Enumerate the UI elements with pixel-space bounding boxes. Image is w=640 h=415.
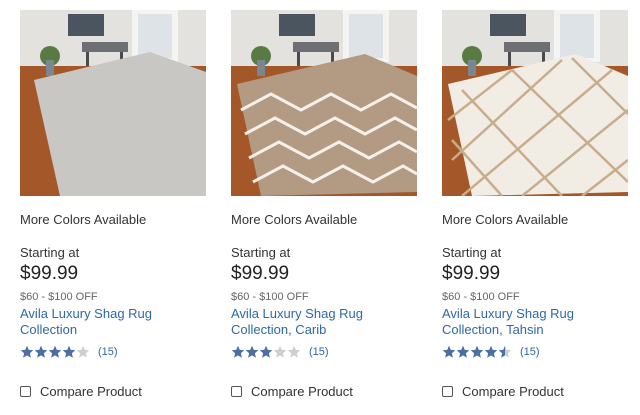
review-count[interactable]: (15) bbox=[309, 346, 329, 358]
star-icon bbox=[456, 345, 470, 358]
compare-checkbox[interactable] bbox=[231, 386, 242, 397]
product-image[interactable] bbox=[442, 10, 628, 196]
price: $99.99 bbox=[231, 263, 290, 284]
star-icon bbox=[231, 345, 245, 358]
star-icon bbox=[76, 345, 90, 358]
star-rating bbox=[442, 345, 512, 359]
rating[interactable]: (15) bbox=[442, 345, 540, 359]
product-title-link[interactable]: Avila Luxury Shag Rug Collection bbox=[20, 306, 200, 338]
star-icon bbox=[259, 345, 273, 358]
rating[interactable]: (15) bbox=[231, 345, 329, 359]
star-icon bbox=[62, 345, 76, 358]
product-title-link[interactable]: Avila Luxury Shag Rug Collection, Tahsin bbox=[442, 306, 622, 338]
product-title-link[interactable]: Avila Luxury Shag Rug Collection, Carib bbox=[231, 306, 411, 338]
more-colors-text: More Colors Available bbox=[20, 212, 147, 227]
star-icon bbox=[34, 345, 48, 358]
review-count[interactable]: (15) bbox=[98, 346, 118, 358]
compare-checkbox[interactable] bbox=[20, 386, 31, 397]
star-icon bbox=[48, 345, 62, 358]
star-icon bbox=[287, 345, 301, 358]
compare-label: Compare Product bbox=[462, 384, 564, 399]
starting-at-label: Starting at bbox=[20, 245, 80, 260]
star-rating bbox=[20, 345, 90, 359]
more-colors-text: More Colors Available bbox=[442, 212, 569, 227]
price: $99.99 bbox=[442, 263, 501, 284]
compare-product[interactable]: Compare Product bbox=[20, 384, 142, 399]
compare-checkbox[interactable] bbox=[442, 386, 453, 397]
compare-label: Compare Product bbox=[251, 384, 353, 399]
product-image[interactable] bbox=[231, 10, 417, 196]
product-image[interactable] bbox=[20, 10, 206, 196]
compare-product[interactable]: Compare Product bbox=[231, 384, 353, 399]
star-icon bbox=[498, 345, 512, 358]
star-rating bbox=[231, 345, 301, 359]
rating[interactable]: (15) bbox=[20, 345, 118, 359]
price: $99.99 bbox=[20, 263, 79, 284]
star-icon bbox=[470, 345, 484, 358]
savings-text: $60 - $100 OFF bbox=[442, 291, 520, 303]
compare-label: Compare Product bbox=[40, 384, 142, 399]
savings-text: $60 - $100 OFF bbox=[231, 291, 309, 303]
star-icon bbox=[273, 345, 287, 358]
star-icon bbox=[484, 345, 498, 358]
starting-at-label: Starting at bbox=[442, 245, 502, 260]
compare-product[interactable]: Compare Product bbox=[442, 384, 564, 399]
star-icon bbox=[442, 345, 456, 358]
star-icon bbox=[20, 345, 34, 358]
savings-text: $60 - $100 OFF bbox=[20, 291, 98, 303]
review-count[interactable]: (15) bbox=[520, 346, 540, 358]
more-colors-text: More Colors Available bbox=[231, 212, 358, 227]
starting-at-label: Starting at bbox=[231, 245, 291, 260]
star-icon bbox=[245, 345, 259, 358]
